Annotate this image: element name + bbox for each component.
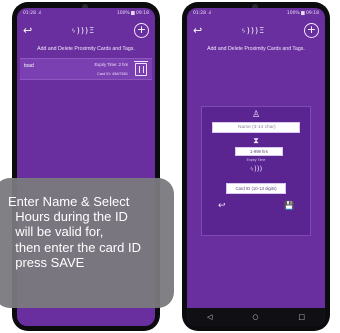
app-logo: ᛃ)))Ξ xyxy=(241,25,266,35)
add-card-dialog: ♙ Name (3-14 char) ⧗ 1-999 hrs Expiry Ti… xyxy=(201,106,311,236)
tooltip-line: Hours during the ID xyxy=(8,209,128,225)
name-field[interactable]: Name (3-14 char) xyxy=(212,122,300,133)
app-bar: ↩ ᛃ)))Ξ + xyxy=(17,18,155,42)
save-icon[interactable]: 💾 xyxy=(284,201,294,210)
instruction-tooltip: Enter Name & Select Hours during the ID … xyxy=(0,178,174,308)
list-item[interactable]: toad Expiry Time: 2 hrs Card ID: 456/765… xyxy=(20,58,152,80)
trash-line xyxy=(139,66,140,73)
status-left: 01:28 .ıl xyxy=(193,10,212,16)
status-bar: 01:28 .ıl 100% ▆ 09:18 xyxy=(187,8,325,18)
nfc-icon: ᛃ))) xyxy=(249,165,263,173)
nav-home-icon[interactable]: ○ xyxy=(252,313,258,321)
tooltip-line: then enter the card ID xyxy=(8,239,141,255)
expiry-hours-select[interactable]: 1-999 hrs xyxy=(235,147,283,156)
status-left: 01:28 .ıl xyxy=(23,10,42,16)
status-right: 100% ▆ 09:18 xyxy=(116,10,149,16)
back-icon[interactable]: ↩ xyxy=(193,24,202,37)
expiry-caption: Expiry Time xyxy=(246,158,266,162)
tag-expiry: Expiry Time: 2 hrs xyxy=(94,62,128,67)
add-card-button[interactable]: + xyxy=(134,22,149,38)
screen-right: 01:28 .ıl 100% ▆ 09:18 ↩ ᛃ)))Ξ + Add and… xyxy=(187,8,325,326)
phone-right: 01:28 .ıl 100% ▆ 09:18 ↩ ᛃ)))Ξ + Add and… xyxy=(182,2,330,331)
system-navbar: ◁ ○ □ xyxy=(187,308,325,326)
trash-icon[interactable] xyxy=(134,61,148,76)
page-subtitle: Add and Delete Proximity Cards and Tags. xyxy=(207,46,305,52)
nav-back-icon[interactable]: ◁ xyxy=(207,313,212,321)
app-logo: ᛃ)))Ξ xyxy=(71,25,96,35)
status-bar: 01:28 .ıl 100% ▆ 09:18 xyxy=(17,8,155,18)
hourglass-icon: ⧗ xyxy=(253,136,259,145)
user-icon: ♙ xyxy=(251,110,261,120)
tooltip-line: press SAVE xyxy=(8,254,85,270)
cancel-icon[interactable]: ↩ xyxy=(218,201,226,211)
nav-recent-icon[interactable]: □ xyxy=(298,313,305,321)
add-card-button[interactable]: + xyxy=(304,22,319,38)
app-bar: ↩ ᛃ)))Ξ + xyxy=(187,18,325,42)
tag-card-id: Card ID: 456/7651 xyxy=(96,72,128,76)
card-id-field[interactable]: Card ID (10-13 digits) xyxy=(226,183,286,194)
trash-line xyxy=(143,66,144,73)
tooltip-line: Enter Name & Select xyxy=(8,194,130,209)
tooltip-line: will be valid for, xyxy=(8,224,104,240)
tag-name: toad xyxy=(24,63,34,69)
page-subtitle: Add and Delete Proximity Cards and Tags. xyxy=(37,46,135,52)
back-icon[interactable]: ↩ xyxy=(23,24,32,37)
status-right: 100% ▆ 09:18 xyxy=(286,10,319,16)
